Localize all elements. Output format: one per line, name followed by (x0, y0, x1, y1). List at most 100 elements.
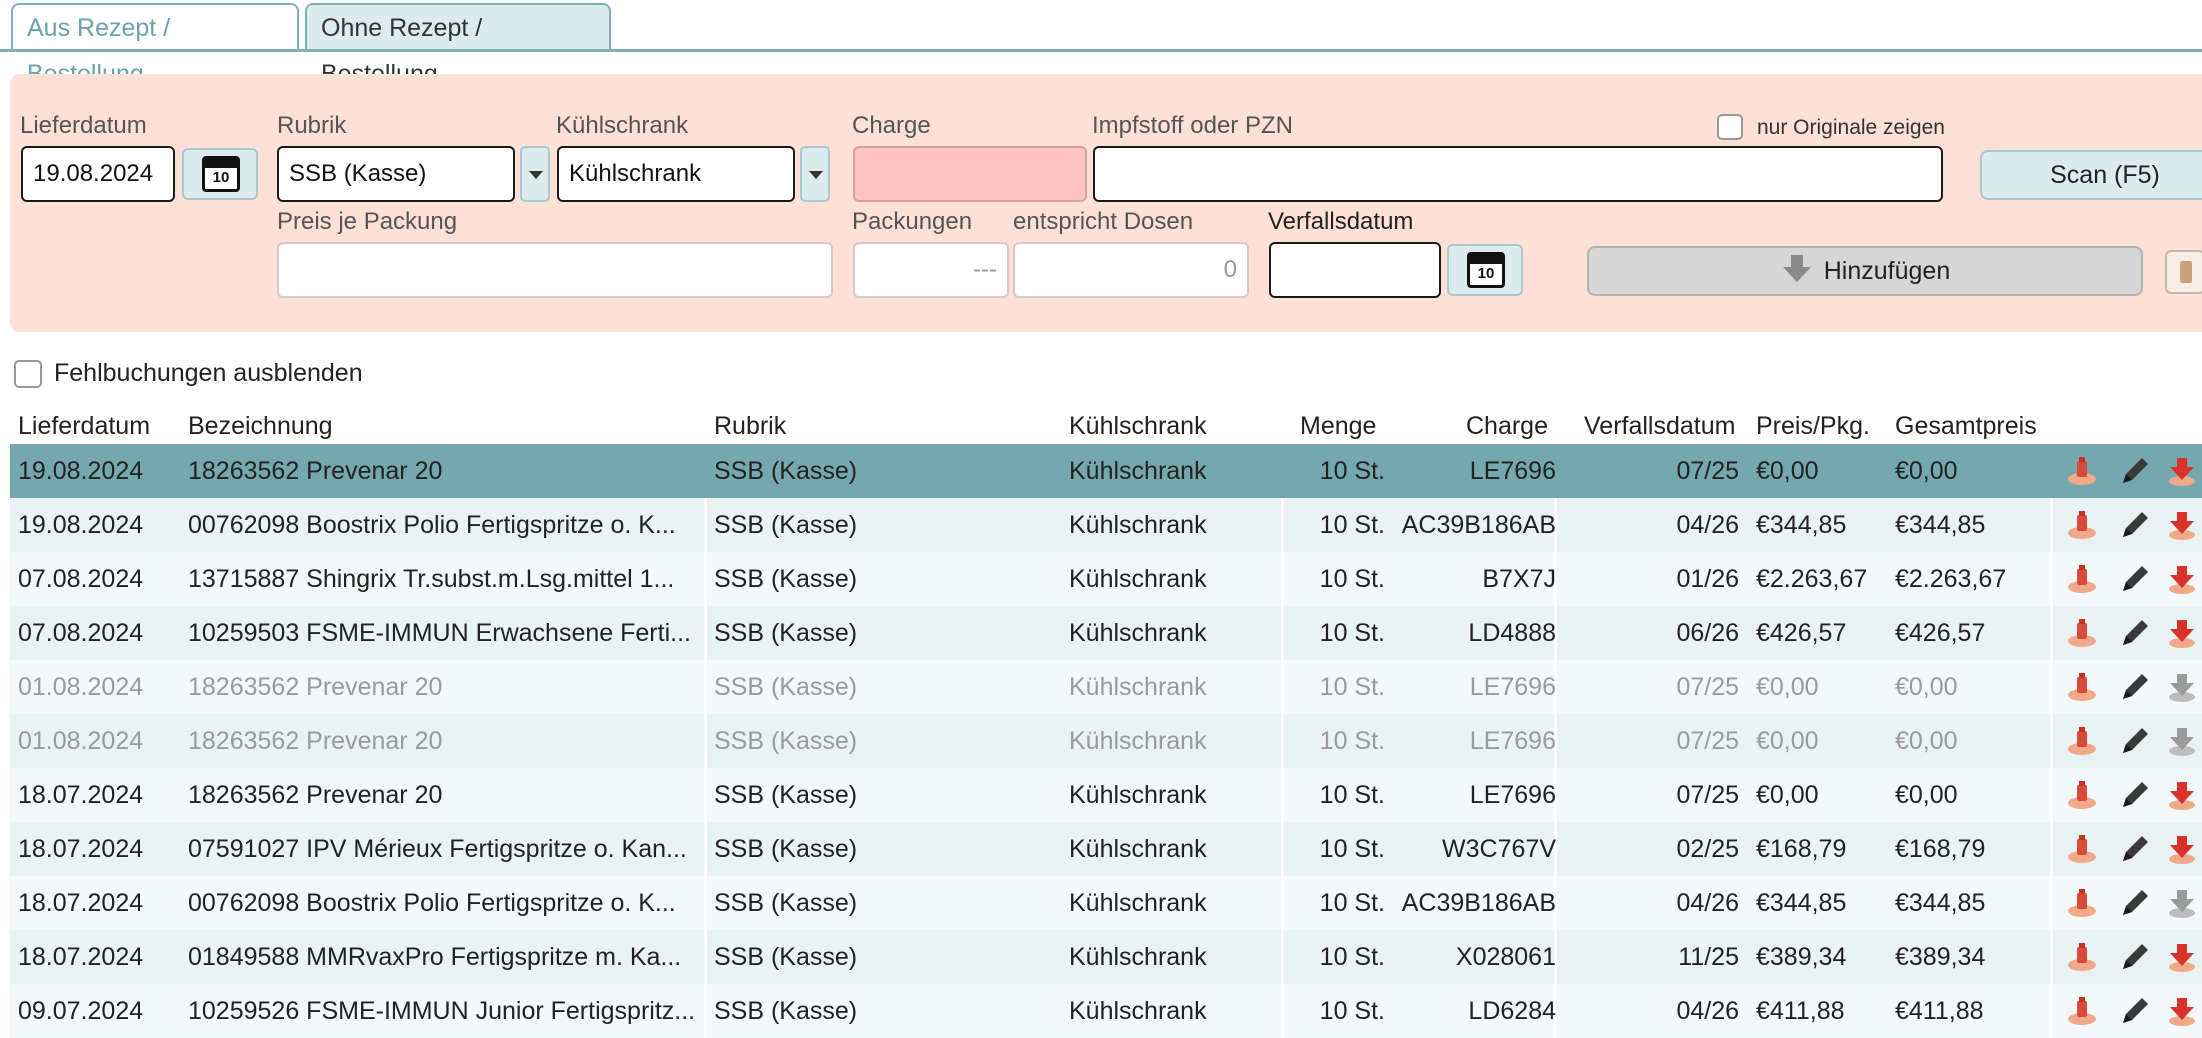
packungen-input[interactable]: --- (853, 242, 1009, 298)
tab-aus-rezept[interactable]: Aus Rezept / Bestellung (11, 3, 299, 88)
table-row[interactable]: 01.08.2024 18263562 Prevenar 20 SSB (Kasse… (10, 714, 2202, 768)
vaccine-vial-icon[interactable] (2065, 941, 2099, 973)
cell-preis: €2.263,67 (1756, 565, 1868, 593)
book-out-icon[interactable] (2165, 725, 2199, 757)
rubrik-select[interactable]: SSB (Kasse) (277, 146, 515, 202)
vaccine-vial-icon[interactable] (2065, 671, 2099, 703)
fehlbuchungen-checkbox[interactable] (14, 360, 42, 388)
vaccine-vial-icon[interactable] (2065, 509, 2099, 541)
cell-lieferdatum: 19.08.2024 (18, 457, 144, 485)
table-row[interactable]: 18.07.2024 00762098 Boostrix Polio Fertig… (10, 876, 2202, 930)
header-preis[interactable]: Preis/Pkg. (1756, 412, 1870, 441)
kuehlschrank-dropdown-button[interactable] (800, 146, 830, 202)
book-out-icon[interactable] (2165, 617, 2199, 649)
table-row[interactable]: 18.07.2024 07591027 IPV Mérieux Fertigspr… (10, 822, 2202, 876)
column-separator (2050, 498, 2053, 552)
column-separator (704, 498, 707, 552)
cell-charge: LD4888 (1468, 619, 1556, 647)
rubrik-label: Rubrik (277, 112, 347, 139)
book-out-icon[interactable] (2165, 941, 2199, 973)
book-out-icon[interactable] (2165, 887, 2199, 919)
header-verfallsdatum[interactable]: Verfallsdatum (1584, 412, 1735, 441)
dosen-input[interactable]: 0 (1013, 242, 1249, 298)
table-row[interactable]: 01.08.2024 18263562 Prevenar 20 SSB (Kasse… (10, 660, 2202, 714)
impfstoff-input[interactable] (1093, 146, 1943, 202)
book-out-icon[interactable] (2165, 563, 2199, 595)
table-row[interactable]: 19.08.2024 18263562 Prevenar 20 SSB (Kasse… (10, 444, 2202, 498)
kuehlschrank-label: Kühlschrank (556, 112, 689, 139)
vaccine-vial-icon[interactable] (2065, 887, 2099, 919)
cell-gesamt: €411,88 (1895, 997, 1984, 1025)
table-row[interactable]: 18.07.2024 18263562 Prevenar 20 SSB (Kasse… (10, 768, 2202, 822)
edit-pencil-icon[interactable] (2117, 509, 2151, 541)
table-row[interactable]: 07.08.2024 10259503 FSME-IMMUN Erwachsene… (10, 606, 2202, 660)
column-separator (704, 768, 707, 822)
cell-menge: 10 St. (1319, 943, 1385, 971)
book-out-icon[interactable] (2165, 833, 2199, 865)
column-separator (2050, 606, 2053, 660)
vaccine-vial-icon[interactable] (2065, 833, 2099, 865)
table-row[interactable]: 18.07.2024 01849588 MMRvaxPro Fertigsprit… (10, 930, 2202, 984)
column-separator (704, 876, 707, 930)
vaccine-vial-icon[interactable] (2065, 563, 2099, 595)
hinzufuegen-label: Hinzufügen (1823, 257, 1951, 285)
column-separator (704, 930, 707, 984)
edit-pencil-icon[interactable] (2117, 995, 2151, 1027)
edit-pencil-icon[interactable] (2117, 725, 2151, 757)
vaccine-vial-icon[interactable] (2065, 455, 2099, 487)
edit-pencil-icon[interactable] (2117, 563, 2151, 595)
rubrik-dropdown-button[interactable] (520, 146, 550, 202)
edit-pencil-icon[interactable] (2117, 887, 2151, 919)
dosen-label: entspricht Dosen (1013, 208, 1194, 235)
extra-action-button[interactable] (2165, 250, 2202, 294)
kuehlschrank-select[interactable]: Kühlschrank (557, 146, 795, 202)
header-kuehlschrank[interactable]: Kühlschrank (1069, 412, 1207, 441)
cell-charge: LE7696 (1469, 781, 1556, 809)
header-lieferdatum[interactable]: Lieferdatum (18, 412, 150, 441)
book-out-icon[interactable] (2165, 995, 2199, 1027)
hinzufuegen-button[interactable]: Hinzufügen (1587, 246, 2143, 296)
scan-button[interactable]: Scan (F5) (1980, 150, 2202, 200)
edit-pencil-icon[interactable] (2117, 455, 2151, 487)
edit-pencil-icon[interactable] (2117, 671, 2151, 703)
vaccine-vial-icon[interactable] (2065, 725, 2099, 757)
charge-input[interactable] (853, 146, 1087, 202)
cell-bezeichnung: 18263562 Prevenar 20 (188, 457, 443, 485)
verfallsdatum-input[interactable] (1269, 242, 1441, 298)
lieferdatum-calendar-button[interactable]: 10 (182, 148, 258, 200)
cell-verfall: 07/25 (1676, 457, 1739, 485)
entry-form-panel: Lieferdatum Rubrik Kühlschrank Charge Im… (10, 74, 2202, 332)
book-out-icon[interactable] (2165, 455, 2199, 487)
preis-input[interactable] (277, 242, 833, 298)
column-separator (1281, 606, 1284, 660)
header-charge[interactable]: Charge (1466, 412, 1548, 441)
table-row[interactable]: 07.08.2024 13715887 Shingrix Tr.subst.m.L… (10, 552, 2202, 606)
vaccine-vial-icon[interactable] (2065, 617, 2099, 649)
nur-originale-checkbox[interactable] (1717, 114, 1743, 140)
header-menge[interactable]: Menge (1300, 412, 1376, 441)
book-out-icon[interactable] (2165, 779, 2199, 811)
lieferdatum-input[interactable]: 19.08.2024 (21, 146, 175, 202)
cell-preis: €0,00 (1756, 781, 1819, 809)
header-bezeichnung[interactable]: Bezeichnung (188, 412, 333, 441)
edit-pencil-icon[interactable] (2117, 941, 2151, 973)
tab-ohne-rezept[interactable]: Ohne Rezept / Bestellung (305, 3, 611, 88)
verfallsdatum-label: Verfallsdatum (1268, 208, 1414, 235)
cell-preis: €0,00 (1756, 727, 1819, 755)
vaccine-vial-icon[interactable] (2065, 779, 2099, 811)
table-row[interactable]: 09.07.2024 10259526 FSME-IMMUN Junior Fer… (10, 984, 2202, 1038)
edit-pencil-icon[interactable] (2117, 779, 2151, 811)
cell-lieferdatum: 18.07.2024 (18, 889, 144, 917)
vaccine-vial-icon[interactable] (2065, 995, 2099, 1027)
cell-lieferdatum: 01.08.2024 (18, 727, 144, 755)
book-out-icon[interactable] (2165, 509, 2199, 541)
header-rubrik[interactable]: Rubrik (714, 412, 786, 441)
edit-pencil-icon[interactable] (2117, 617, 2151, 649)
edit-pencil-icon[interactable] (2117, 833, 2151, 865)
cell-gesamt: €0,00 (1895, 727, 1958, 755)
verfallsdatum-calendar-button[interactable]: 10 (1447, 244, 1523, 296)
header-gesamtpreis[interactable]: Gesamtpreis (1895, 412, 2037, 441)
table-row[interactable]: 19.08.2024 00762098 Boostrix Polio Fertig… (10, 498, 2202, 552)
cell-kuehlschrank: Kühlschrank (1069, 997, 1207, 1025)
book-out-icon[interactable] (2165, 671, 2199, 703)
